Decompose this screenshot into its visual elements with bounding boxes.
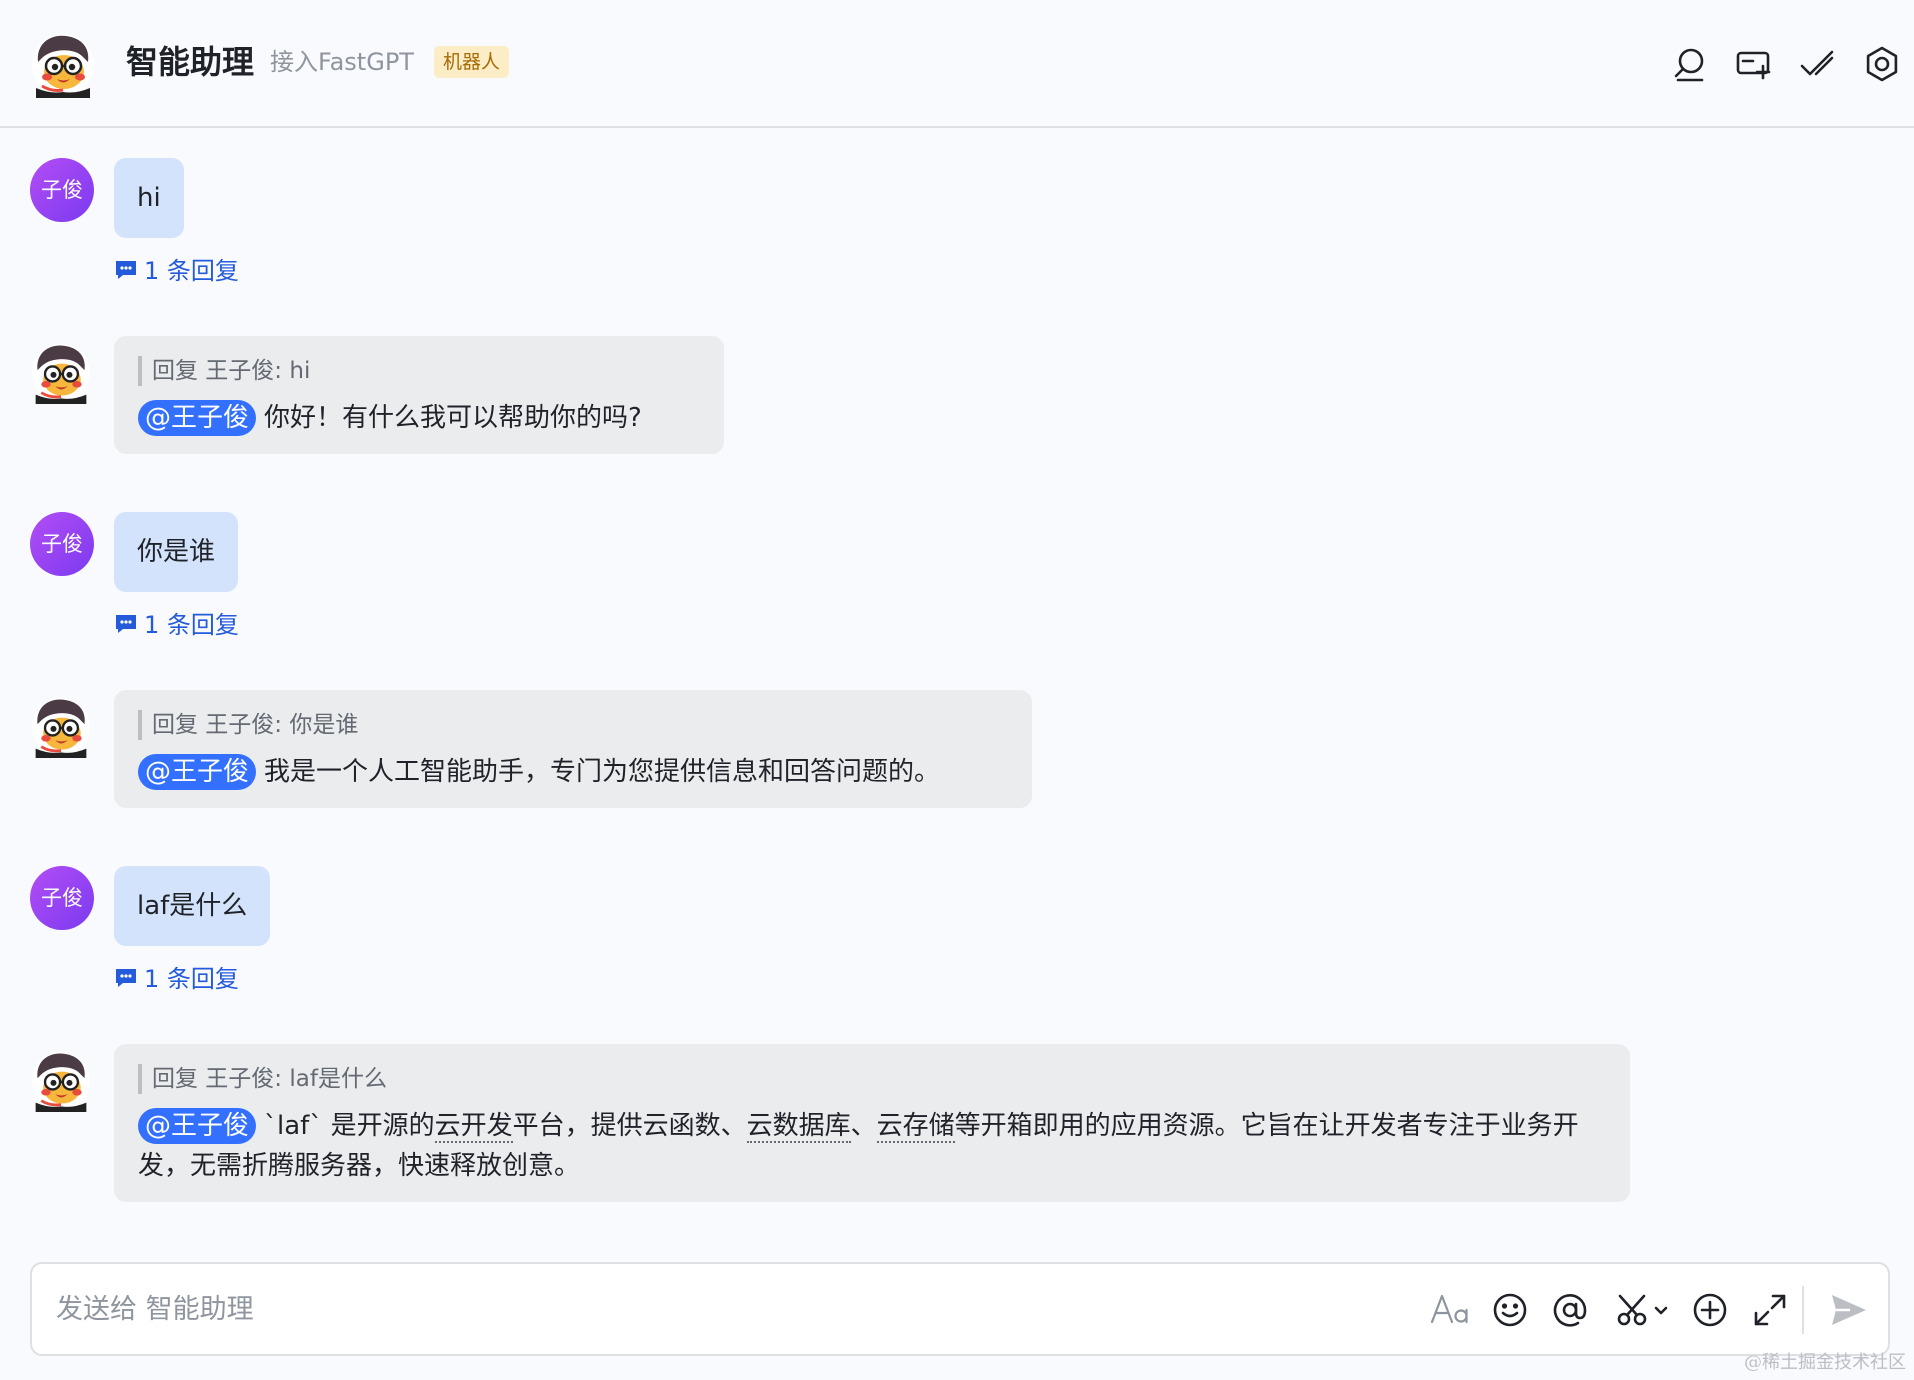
- reply-icon: [116, 261, 136, 279]
- emoji-icon[interactable]: [1488, 1288, 1532, 1332]
- bot-message-bubble: 回复 王子俊: hi @王子俊 你好！有什么我可以帮助你的吗?: [114, 336, 724, 454]
- term-link[interactable]: 云数据库: [746, 1111, 851, 1143]
- reply-count-link[interactable]: 1 条回复: [114, 256, 239, 286]
- reply-count-label: 1 条回复: [144, 965, 239, 993]
- user-message-bubble: hi: [114, 158, 184, 238]
- user-avatar[interactable]: 子俊: [30, 866, 94, 930]
- text-segment: `laf` 是开源的: [264, 1111, 435, 1141]
- reply-count-link[interactable]: 1 条回复: [114, 610, 239, 640]
- add-tab-icon[interactable]: [1734, 44, 1774, 84]
- term-link[interactable]: 云开发: [434, 1111, 513, 1143]
- bot-avatar[interactable]: [30, 32, 96, 98]
- settings-icon[interactable]: [1862, 44, 1902, 84]
- user-avatar[interactable]: 子俊: [30, 512, 94, 576]
- bot-message-bubble: 回复 王子俊: laf是什么 @王子俊 `laf` 是开源的云开发平台，提供云函数…: [114, 1044, 1630, 1202]
- bot-message-content: 我是一个人工智能助手，专门为您提供信息和回答问题的。: [264, 757, 941, 787]
- mention-icon[interactable]: [1548, 1288, 1592, 1332]
- search-icon[interactable]: [1670, 44, 1710, 84]
- reply-quote: 回复 王子俊: 你是谁: [138, 710, 1008, 740]
- text-segment: 平台，提供云函数、: [512, 1111, 747, 1141]
- chat-header: 智能助理 接入FastGPT 机器人: [0, 0, 1914, 128]
- scissors-icon[interactable]: [1614, 1288, 1674, 1332]
- user-message-bubble: 你是谁: [114, 512, 239, 592]
- reply-quote: 回复 王子俊: laf是什么: [138, 1064, 1606, 1094]
- reply-quote: 回复 王子俊: hi: [138, 356, 700, 386]
- chat-subtitle: 接入FastGPT: [270, 48, 414, 76]
- text-format-icon[interactable]: [1428, 1288, 1472, 1332]
- message-input[interactable]: [56, 1284, 1156, 1334]
- reply-count-label: 1 条回复: [144, 257, 239, 285]
- bot-avatar[interactable]: [30, 342, 92, 404]
- watermark: @稀土掘金技术社区: [1744, 1352, 1906, 1373]
- bot-avatar[interactable]: [30, 696, 92, 758]
- message-composer: [30, 1262, 1890, 1356]
- term-link[interactable]: 云存储: [876, 1111, 955, 1143]
- user-avatar[interactable]: 子俊: [30, 158, 94, 222]
- mention-tag[interactable]: @王子俊: [138, 754, 257, 790]
- reply-icon: [116, 615, 136, 633]
- mention-tag[interactable]: @王子俊: [138, 1108, 257, 1144]
- reply-count-label: 1 条回复: [144, 611, 239, 639]
- chat-title: 智能助理: [126, 43, 255, 81]
- reply-icon: [116, 969, 136, 987]
- check-done-icon[interactable]: [1798, 44, 1838, 84]
- bot-message-text: @王子俊 `laf` 是开源的云开发平台，提供云函数、云数据库、云存储等开箱即用的…: [138, 1106, 1606, 1186]
- reply-count-link[interactable]: 1 条回复: [114, 964, 239, 994]
- bot-badge: 机器人: [434, 46, 510, 78]
- add-icon[interactable]: [1688, 1288, 1732, 1332]
- bot-message-text: @王子俊 你好！有什么我可以帮助你的吗?: [138, 398, 700, 438]
- composer-divider: [1802, 1286, 1804, 1334]
- user-message-bubble: laf是什么: [114, 866, 271, 946]
- expand-icon[interactable]: [1748, 1288, 1792, 1332]
- send-icon[interactable]: [1826, 1288, 1870, 1332]
- bot-message-bubble: 回复 王子俊: 你是谁 @王子俊 我是一个人工智能助手，专门为您提供信息和回答问题…: [114, 690, 1032, 808]
- bot-message-text: @王子俊 我是一个人工智能助手，专门为您提供信息和回答问题的。: [138, 752, 1008, 792]
- bot-avatar[interactable]: [30, 1050, 92, 1112]
- text-segment: 、: [850, 1111, 877, 1141]
- bot-message-content: 你好！有什么我可以帮助你的吗?: [264, 403, 642, 433]
- mention-tag[interactable]: @王子俊: [138, 400, 257, 436]
